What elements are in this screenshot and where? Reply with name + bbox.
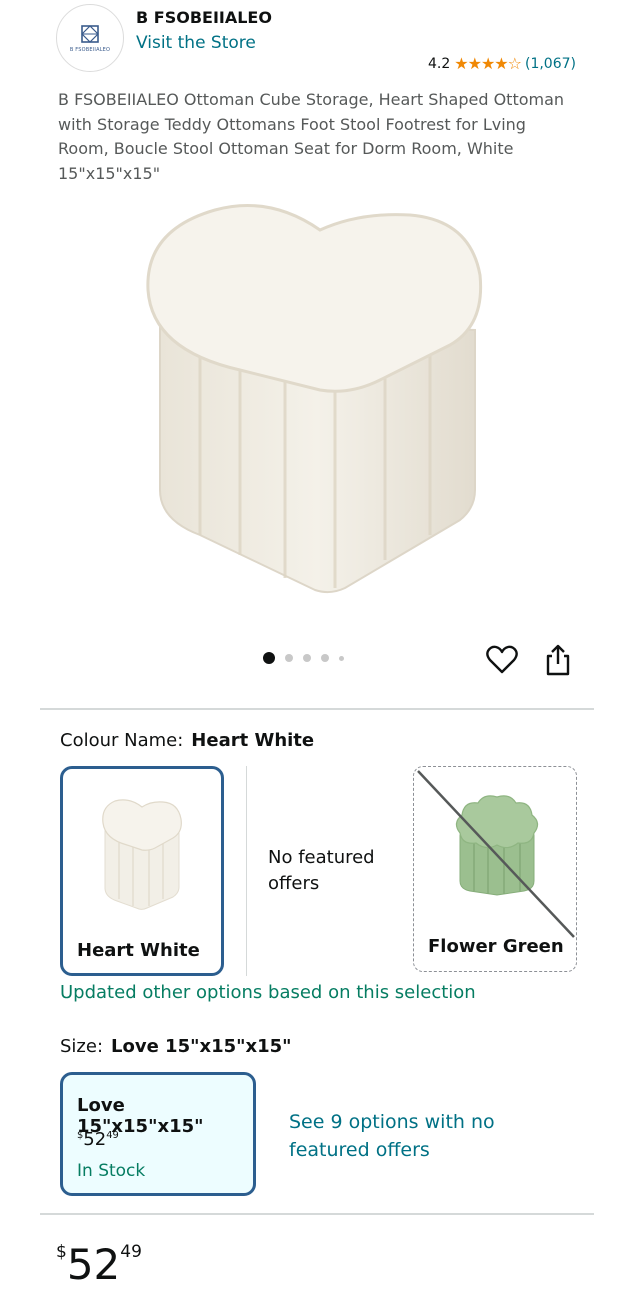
price-currency: $	[56, 1242, 67, 1262]
store-logo-icon	[81, 25, 99, 43]
rating-value: 4.2	[428, 55, 451, 72]
star-rating-icon: ★★★★☆	[454, 54, 522, 73]
size-row: Size: Love 15"x15"x15"	[60, 1036, 292, 1057]
swatch-label: Heart White	[77, 940, 200, 961]
product-image[interactable]	[120, 190, 520, 620]
visit-store-link[interactable]: Visit the Store	[136, 33, 256, 53]
section-divider	[40, 1213, 594, 1215]
rating-count-link[interactable]: (1,067)	[525, 56, 576, 72]
image-carousel-dots[interactable]	[263, 652, 344, 664]
rating-summary[interactable]: 4.2 ★★★★☆ (1,067)	[428, 54, 576, 73]
size-price-whole: 52	[83, 1129, 107, 1150]
size-option-price: $5249	[77, 1129, 119, 1150]
carousel-dot[interactable]	[339, 655, 344, 661]
heart-white-thumbnail	[102, 799, 182, 910]
price-whole: 52	[66, 1240, 121, 1289]
swatch-label: Flower Green	[428, 936, 564, 957]
store-logo-label: B FSOBEIIALEO	[69, 47, 111, 53]
size-label: Size:	[60, 1036, 104, 1057]
see-more-options-link[interactable]: See 9 options with no featured offers	[289, 1108, 499, 1164]
section-divider	[40, 708, 594, 710]
colour-label: Colour Name:	[60, 730, 184, 751]
size-price-currency: $	[77, 1129, 84, 1141]
carousel-dot[interactable]	[303, 654, 311, 662]
price-fraction: 49	[120, 1242, 142, 1262]
size-option-card[interactable]: Love 15"x15"x15" $5249 In Stock	[60, 1072, 256, 1196]
carousel-dot[interactable]	[263, 652, 275, 664]
store-logo[interactable]: B FSOBEIIALEO	[56, 4, 124, 72]
share-icon[interactable]	[540, 642, 576, 678]
colour-name-row: Colour Name: Heart White	[60, 730, 314, 751]
colour-swatch-heart-white[interactable]: Heart White	[60, 766, 224, 976]
size-price-fraction: 49	[106, 1129, 119, 1141]
no-featured-offers-text: No featured offers	[268, 847, 375, 894]
brand-name: B FSOBEIIALEO	[136, 8, 272, 27]
carousel-dot[interactable]	[285, 654, 293, 662]
main-price: $5249	[56, 1240, 142, 1289]
stock-status: In Stock	[77, 1161, 146, 1181]
swatch-divider	[246, 766, 247, 976]
size-selected-value: Love 15"x15"x15"	[111, 1036, 292, 1057]
colour-swatch-flower-green[interactable]: Flower Green	[413, 766, 577, 972]
selection-updated-message: Updated other options based on this sele…	[60, 982, 476, 1003]
carousel-dot[interactable]	[321, 654, 329, 662]
colour-selected-value: Heart White	[191, 730, 315, 751]
product-title: B FSOBEIIALEO Ottoman Cube Storage, Hear…	[58, 90, 565, 183]
wishlist-heart-icon[interactable]	[484, 642, 520, 678]
